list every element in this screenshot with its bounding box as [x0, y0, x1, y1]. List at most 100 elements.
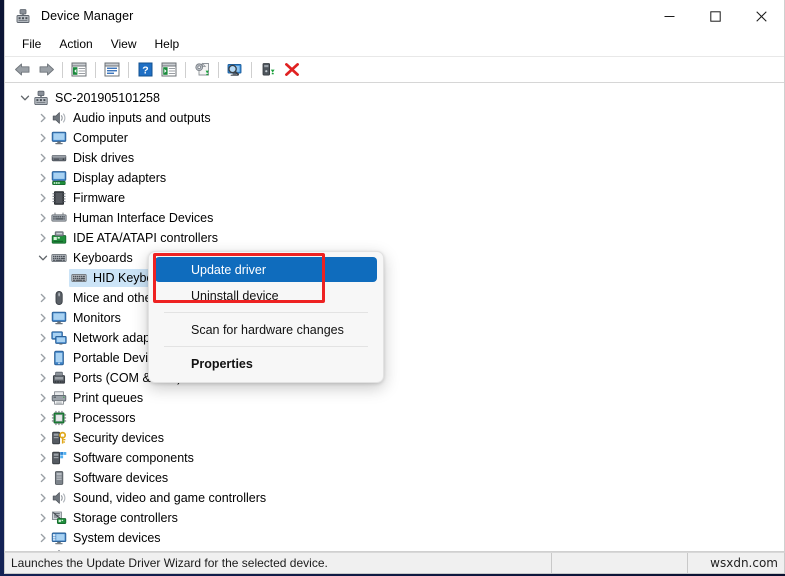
view-list-icon[interactable]: [157, 59, 181, 81]
tree-item[interactable]: Universal Serial Bus controllers: [5, 548, 784, 551]
tree-item[interactable]: Portable Devices: [5, 348, 784, 368]
chevron-right-icon[interactable]: [35, 110, 51, 126]
chevron-right-icon[interactable]: [35, 370, 51, 386]
close-button[interactable]: [738, 0, 784, 32]
tree-item[interactable]: Mice and other pointing devices: [5, 288, 784, 308]
help-icon[interactable]: ?: [133, 59, 157, 81]
disk-drive-icon: [51, 150, 73, 166]
scan-hardware-changes-icon[interactable]: [223, 59, 247, 81]
tree-item-label: Software components: [73, 451, 194, 465]
tree-item[interactable]: Disk drives: [5, 148, 784, 168]
chevron-right-icon[interactable]: [35, 230, 51, 246]
tree-item[interactable]: Security devices: [5, 428, 784, 448]
menu-action[interactable]: Action: [50, 35, 101, 53]
tree-item[interactable]: Print queues: [5, 388, 784, 408]
ide-controller-icon: [51, 230, 73, 246]
chevron-right-icon[interactable]: [35, 310, 51, 326]
tree-item[interactable]: Display adapters: [5, 168, 784, 188]
ctx-properties[interactable]: Properties: [155, 351, 377, 376]
tree-item-label: Security devices: [73, 431, 165, 445]
chevron-right-icon[interactable]: [35, 350, 51, 366]
chevron-right-icon[interactable]: [35, 430, 51, 446]
computer-root-icon: [33, 90, 55, 106]
update-driver-icon[interactable]: [190, 59, 214, 81]
tree-item[interactable]: Audio inputs and outputs: [5, 108, 784, 128]
tree-item[interactable]: Network adapters: [5, 328, 784, 348]
tree-item-content: Computer: [51, 130, 128, 146]
port-icon: [51, 370, 73, 386]
tree-item[interactable]: Ports (COM & LPT): [5, 368, 784, 388]
tree-item[interactable]: Firmware: [5, 188, 784, 208]
chevron-down-icon[interactable]: [35, 250, 51, 266]
status-bar: Launches the Update Driver Wizard for th…: [4, 552, 785, 574]
monitor-icon: [51, 310, 73, 326]
ctx-update-driver[interactable]: Update driver: [155, 257, 377, 282]
minimize-button[interactable]: [646, 0, 692, 32]
chevron-right-icon[interactable]: [35, 470, 51, 486]
ctx-uninstall-device[interactable]: Uninstall device: [155, 283, 377, 308]
software-component-icon: [51, 450, 73, 466]
show-hide-console-tree-icon[interactable]: [67, 59, 91, 81]
chevron-right-icon[interactable]: [35, 170, 51, 186]
ctx-scan-hardware-changes[interactable]: Scan for hardware changes: [155, 317, 377, 342]
toolbar-separator: [185, 61, 186, 78]
uninstall-device-icon[interactable]: [280, 59, 304, 81]
tree-item-label: Monitors: [73, 311, 121, 325]
svg-text:?: ?: [142, 64, 148, 76]
tree-item[interactable]: Software components: [5, 448, 784, 468]
tree-root-item[interactable]: SC-201905101258: [5, 88, 784, 108]
tree-item[interactable]: Software devices: [5, 468, 784, 488]
menu-help[interactable]: Help: [146, 35, 189, 53]
device-tree[interactable]: SC-201905101258 Audio inputs and outputs C…: [5, 83, 784, 551]
chevron-right-icon[interactable]: [35, 290, 51, 306]
chevron-right-icon[interactable]: [35, 410, 51, 426]
forward-icon[interactable]: [34, 59, 58, 81]
chevron-right-icon[interactable]: [35, 130, 51, 146]
tree-item-content: Software devices: [51, 470, 168, 486]
window-controls: [646, 0, 784, 32]
toolbar-separator: [128, 61, 129, 78]
chevron-right-icon[interactable]: [35, 150, 51, 166]
network-adapter-icon: [51, 330, 73, 346]
chevron-right-icon[interactable]: [35, 450, 51, 466]
tree-item[interactable]: Sound, video and game controllers: [5, 488, 784, 508]
properties-icon[interactable]: [100, 59, 124, 81]
chevron-right-icon[interactable]: [35, 330, 51, 346]
tree-item[interactable]: Monitors: [5, 308, 784, 328]
tree-item-label: SC-201905101258: [55, 91, 160, 105]
chevron-right-icon[interactable]: [35, 530, 51, 546]
portable-device-icon: [51, 350, 73, 366]
tree-item[interactable]: Storage controllers: [5, 508, 784, 528]
system-device-icon: [51, 530, 73, 546]
context-menu[interactable]: Update driver Uninstall device Scan for …: [148, 251, 384, 383]
display-adapter-icon: [51, 170, 73, 186]
tree-item[interactable]: Processors: [5, 408, 784, 428]
chevron-down-icon[interactable]: [17, 90, 33, 106]
tree-item[interactable]: Human Interface Devices: [5, 208, 784, 228]
tree-item[interactable]: System devices: [5, 528, 784, 548]
maximize-button[interactable]: [692, 0, 738, 32]
tree-item-label: Sound, video and game controllers: [73, 491, 267, 505]
menu-view[interactable]: View: [102, 35, 146, 53]
device-manager-window: Device Manager File Action View Help ? S…: [4, 0, 785, 552]
chevron-right-icon[interactable]: [35, 550, 51, 551]
chevron-right-icon[interactable]: [35, 510, 51, 526]
tree-item-label: Software devices: [73, 471, 169, 485]
chevron-right-icon[interactable]: [35, 390, 51, 406]
device-manager-icon: [15, 8, 31, 24]
enable-device-icon[interactable]: [256, 59, 280, 81]
back-icon[interactable]: [10, 59, 34, 81]
toolbar-separator: [251, 61, 252, 78]
tree-item[interactable]: IDE ATA/ATAPI controllers: [5, 228, 784, 248]
processor-icon: [51, 410, 73, 426]
chevron-right-icon[interactable]: [35, 490, 51, 506]
usb-icon: [51, 550, 73, 551]
tree-item-label: IDE ATA/ATAPI controllers: [73, 231, 218, 245]
chevron-right-icon[interactable]: [35, 210, 51, 226]
menu-file[interactable]: File: [13, 35, 50, 53]
tree-item[interactable]: HID Keyboard Device: [5, 268, 784, 288]
software-device-icon: [51, 470, 73, 486]
tree-item[interactable]: Computer: [5, 128, 784, 148]
chevron-right-icon[interactable]: [35, 190, 51, 206]
tree-item[interactable]: Keyboards: [5, 248, 784, 268]
